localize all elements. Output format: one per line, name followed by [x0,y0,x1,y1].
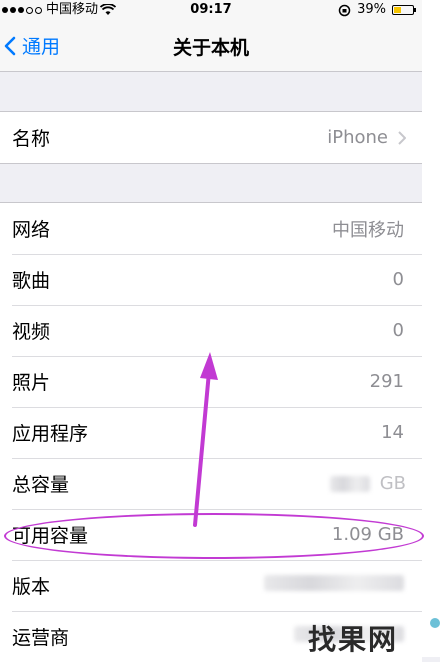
watermark: 找果网 [308,623,399,656]
annotation-arrow [193,352,218,527]
watermark-badge-icon [430,618,440,628]
